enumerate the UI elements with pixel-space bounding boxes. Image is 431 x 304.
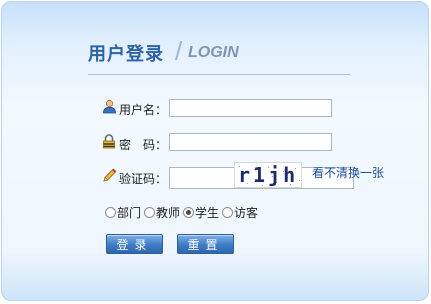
password-label: 密 码： [119,138,168,152]
role-label: 部门 [117,206,142,220]
captcha-refresh-link[interactable]: 看不清换一张 [312,164,384,181]
role-option-department[interactable]: 部门 [105,204,141,221]
title-divider [88,74,350,75]
radio-button[interactable] [222,207,233,218]
login-button[interactable]: 登录 [106,234,163,254]
title-separator: / [175,36,183,66]
role-option-teacher[interactable]: 教师 [144,204,180,221]
radio-button[interactable] [105,207,116,218]
captcha-label: 验证码： [119,172,168,186]
role-option-student[interactable]: 学生 [183,204,219,221]
user-icon [102,99,117,118]
pencil-icon [102,168,117,187]
lock-icon [102,134,116,153]
login-title: 用户登录 [88,44,164,65]
role-label: 学生 [195,206,220,220]
role-label: 教师 [156,206,181,220]
role-option-visitor[interactable]: 访客 [222,204,258,221]
username-input[interactable] [169,99,332,117]
captcha-image[interactable]: r1jh [234,162,302,188]
captcha-text: r1jh [238,163,299,187]
reset-button[interactable]: 重置 [177,234,234,254]
password-input[interactable] [169,133,332,151]
login-subtitle: LOGIN [188,44,239,61]
role-label: 访客 [234,206,259,220]
username-label: 用户名： [119,103,168,117]
radio-button[interactable] [144,207,155,218]
login-panel: 用户登录 / LOGIN 用户名： 密 码： 验证码： r1jh 看不清换一张 … [1,1,429,301]
radio-button[interactable] [183,207,194,218]
